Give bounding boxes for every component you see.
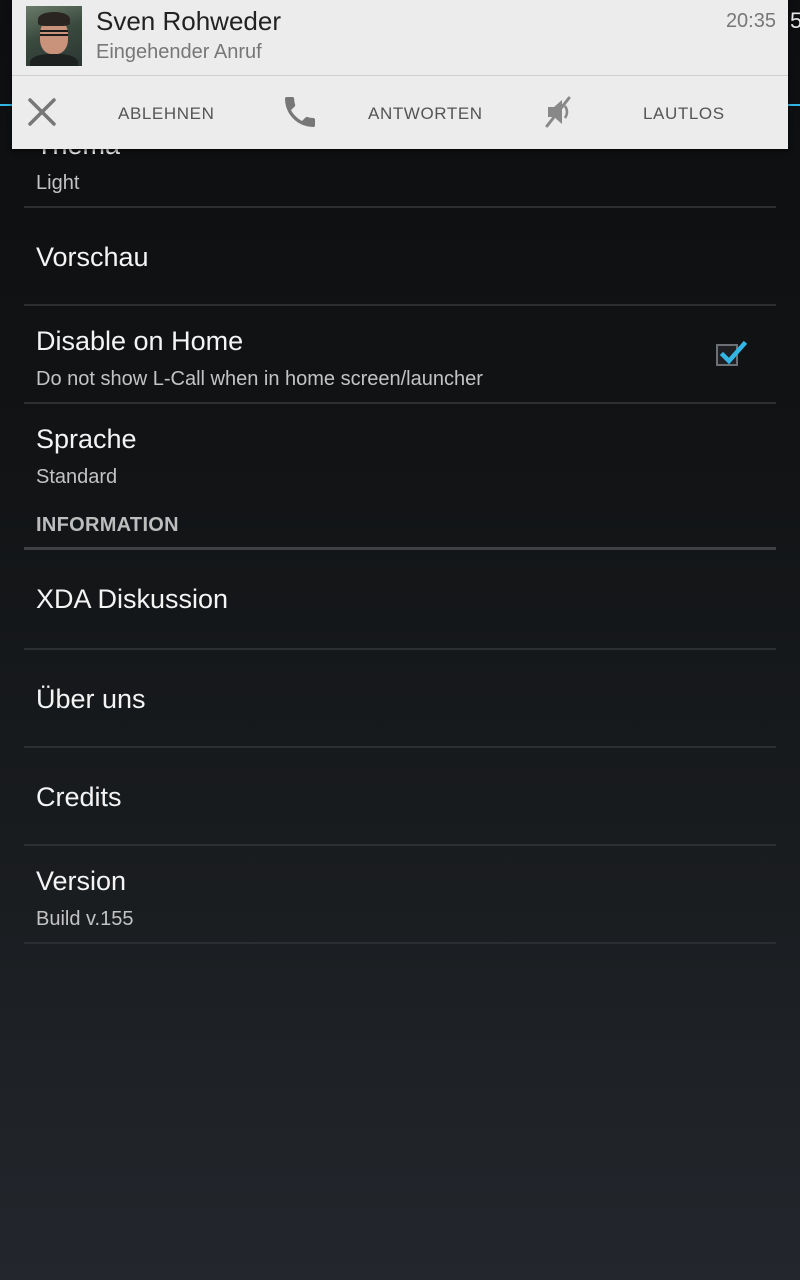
pref-disable-on-home[interactable]: Disable on Home Do not show L-Call when …: [24, 306, 776, 404]
silent-button[interactable]: LAUTLOS: [532, 76, 788, 149]
pref-version-summary: Build v.155: [36, 908, 134, 930]
pref-version-title: Version: [36, 866, 127, 896]
pref-about[interactable]: Über uns: [24, 650, 776, 748]
caller-avatar: [26, 6, 82, 66]
close-icon: [28, 98, 56, 126]
status-bar-accent-line-left: [0, 104, 12, 106]
answer-label: ANTWORTEN: [368, 104, 483, 123]
pref-theme-summary: Light: [36, 172, 80, 194]
mute-icon: [545, 96, 571, 128]
answer-button[interactable]: ANTWORTEN: [272, 76, 522, 149]
status-bar-accent-line-right: [788, 104, 800, 106]
call-state: Eingehender Anruf: [96, 41, 262, 63]
decline-label: ABLEHNEN: [118, 104, 215, 123]
pref-credits-title: Credits: [36, 782, 122, 812]
call-time: 20:35: [725, 10, 776, 32]
pref-about-title: Über uns: [36, 684, 146, 714]
section-header-information: INFORMATION: [24, 500, 776, 550]
pref-preview[interactable]: Vorschau: [24, 208, 776, 306]
pref-credits[interactable]: Credits: [24, 748, 776, 846]
pref-preview-title: Vorschau: [36, 242, 149, 272]
silent-label: LAUTLOS: [643, 104, 725, 123]
incoming-call-notification[interactable]: Sven Rohweder Eingehender Anruf 20:35 AB…: [12, 0, 788, 149]
caller-name: Sven Rohweder: [96, 6, 281, 36]
section-header-label: INFORMATION: [36, 514, 179, 536]
phone-icon: [285, 97, 315, 127]
pref-disable-on-home-summary: Do not show L-Call when in home screen/l…: [36, 368, 483, 390]
pref-language-title: Sprache: [36, 424, 137, 454]
pref-disable-on-home-title: Disable on Home: [36, 326, 244, 356]
pref-language-summary: Standard: [36, 466, 118, 488]
pref-version[interactable]: Version Build v.155: [24, 846, 776, 944]
status-bar-clock-fragment: 5: [790, 8, 800, 33]
pref-xda-title: XDA Diskussion: [36, 584, 229, 614]
checkmark-icon: [719, 340, 747, 365]
pref-xda-discussion[interactable]: XDA Diskussion: [24, 552, 776, 650]
decline-button[interactable]: ABLEHNEN: [12, 76, 252, 149]
disable-on-home-checkbox[interactable]: [716, 340, 747, 366]
pref-language[interactable]: Sprache Standard: [24, 404, 776, 500]
